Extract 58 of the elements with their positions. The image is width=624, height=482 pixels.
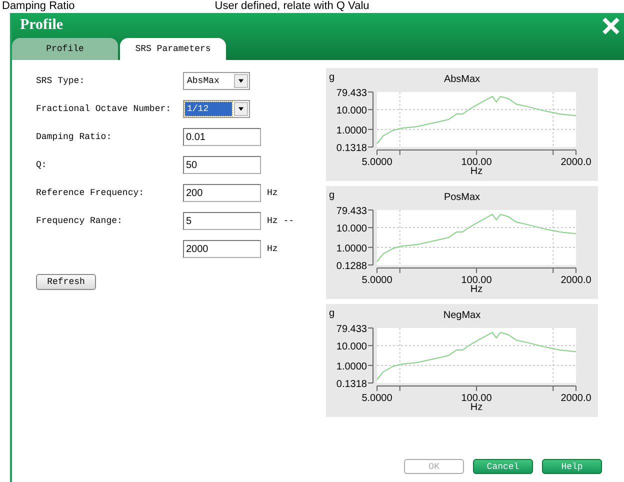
field-label: Fractional Octave Number: bbox=[36, 104, 172, 114]
y-tick-label: 0.1288 bbox=[336, 261, 367, 272]
y-axis-label: g bbox=[329, 308, 335, 319]
input-field[interactable]: 2000 bbox=[183, 240, 261, 258]
y-tick-label: 0.1318 bbox=[336, 143, 367, 154]
x-tick-label: 100.00 bbox=[461, 393, 492, 404]
x-axis-label: Hz bbox=[470, 284, 483, 295]
x-tick-label: 5.0000 bbox=[362, 157, 392, 168]
y-axis bbox=[368, 328, 374, 384]
background-text: User defined, relate with Q Valu bbox=[214, 0, 370, 13]
caret-icon bbox=[234, 102, 248, 116]
caret-icon bbox=[234, 74, 248, 88]
y-tick-label: 0.1318 bbox=[336, 379, 367, 390]
x-tick-label: 2000.0 bbox=[560, 157, 592, 168]
field-label: Reference Frequency: bbox=[36, 188, 146, 198]
x-tick-label: 100.00 bbox=[461, 157, 492, 168]
x-tick-label: 2000.0 bbox=[560, 393, 592, 404]
y-axis bbox=[368, 210, 374, 266]
dropdown[interactable]: AbsMax bbox=[183, 72, 250, 90]
y-axis-label: g bbox=[329, 72, 335, 83]
y-tick-label: 79.433 bbox=[336, 206, 367, 217]
x-tick-label: 100.00 bbox=[461, 275, 492, 286]
unit-label: Hz bbox=[267, 188, 278, 198]
y-tick-label: 1.0000 bbox=[336, 125, 367, 136]
x-axis-label: Hz bbox=[470, 402, 483, 413]
x-tick-label: 2000.0 bbox=[560, 275, 592, 286]
x-axis-label: Hz bbox=[470, 166, 483, 177]
y-tick-label: 10.000 bbox=[336, 224, 367, 235]
y-tick-label: 10.000 bbox=[336, 106, 367, 117]
input-field[interactable]: 0.01 bbox=[183, 128, 261, 146]
chart-title: AbsMax bbox=[444, 74, 480, 85]
chart-title: NegMax bbox=[443, 310, 481, 321]
y-tick-label: 10.000 bbox=[336, 342, 367, 353]
input-field[interactable]: 50 bbox=[183, 156, 261, 174]
field-label: SRS Type: bbox=[36, 76, 86, 86]
refresh-button[interactable]: Refresh bbox=[36, 274, 96, 290]
y-tick-label: 1.0000 bbox=[336, 361, 367, 372]
y-tick-label: 1.0000 bbox=[336, 243, 367, 254]
unit-label: Hz -- bbox=[267, 216, 294, 226]
tab[interactable]: SRS Parameters bbox=[120, 38, 226, 60]
x-tick-label: 5.0000 bbox=[362, 275, 392, 286]
unit-label: Hz bbox=[267, 244, 278, 254]
y-axis bbox=[368, 92, 374, 148]
chart-title: PosMax bbox=[444, 192, 480, 203]
tab[interactable]: Profile bbox=[12, 38, 118, 60]
y-axis-label: g bbox=[329, 190, 335, 201]
close-icon[interactable] bbox=[602, 16, 620, 34]
input-field[interactable]: 5 bbox=[183, 212, 261, 230]
field-label: Damping Ratio: bbox=[36, 132, 113, 142]
y-tick-label: 79.433 bbox=[336, 88, 367, 99]
y-tick-label: 79.433 bbox=[336, 324, 367, 335]
field-label: Frequency Range: bbox=[36, 216, 124, 226]
background-text: Damping Ratio bbox=[2, 0, 75, 13]
dropdown[interactable]: 1/12 bbox=[183, 100, 250, 118]
input-field[interactable]: 200 bbox=[183, 184, 261, 202]
field-label: Q: bbox=[36, 160, 48, 170]
x-tick-label: 5.0000 bbox=[362, 393, 392, 404]
window-title: Profile bbox=[20, 17, 64, 34]
